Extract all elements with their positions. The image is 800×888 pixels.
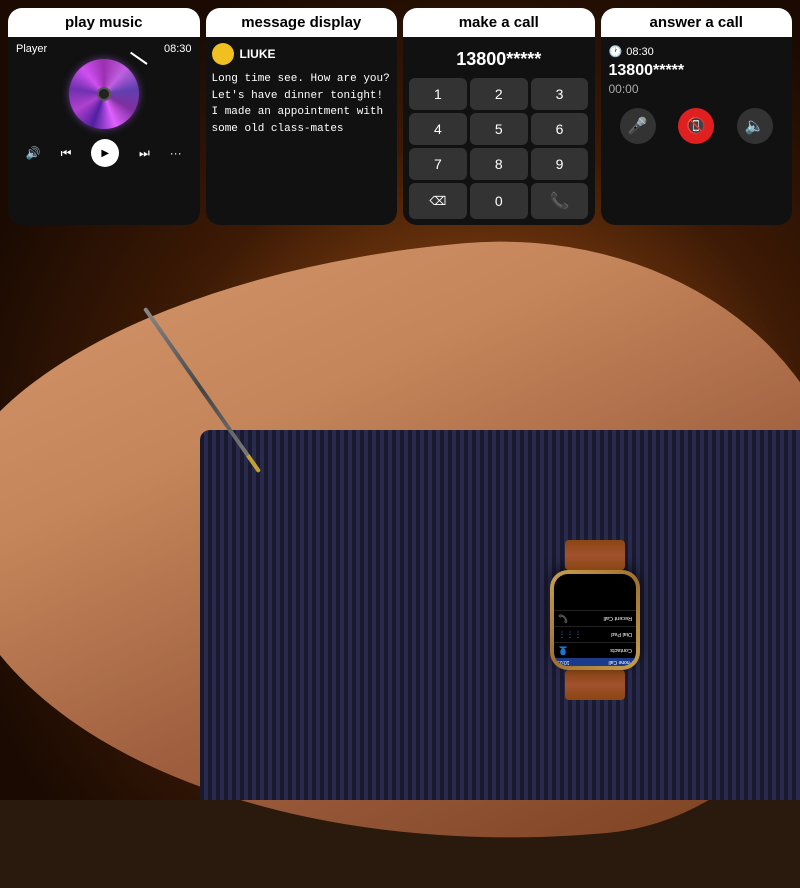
message-panel-content: LIUKE Long time see. How are you? Let's … [206,37,398,217]
watch-menu-dialpad-label: Dial Pad [611,632,632,638]
dial-panel-content: 13800***** 1 2 3 4 5 6 7 8 9 ⌫ 0 📞 [403,37,595,225]
mute-button[interactable]: 🎤 [620,108,656,144]
watch-header: Phone Call 10:09 [554,658,636,666]
next-button[interactable]: ⏭ [139,146,150,161]
dial-key-5[interactable]: 5 [470,113,528,145]
dial-key-2[interactable]: 2 [470,78,528,110]
clock-icon: 🕐 [609,45,623,58]
music-panel: play music Player 08:30 🔊 ⏮ ▶ ⏭ ··· [8,8,200,225]
dial-key-9[interactable]: 9 [531,148,589,180]
message-panel-label: message display [206,8,398,37]
watch-menu-contacts[interactable]: Contacts 👤 [554,642,636,658]
watch-title: Phone Call [609,659,633,665]
vinyl-record [69,59,139,129]
dial-key-8[interactable]: 8 [470,148,528,180]
hangup-button[interactable]: 📵 [678,108,714,144]
music-controls: 🔊 ⏮ ▶ ⏭ ··· [14,135,194,171]
watch-band-top [565,670,625,700]
watch-menu-recent-label: Recent Call [604,616,632,622]
watch-screen: Phone Call 10:09 Contacts 👤 Dial Pad ⋮⋮⋮… [554,574,636,666]
watch-body: Phone Call 10:09 Contacts 👤 Dial Pad ⋮⋮⋮… [550,570,640,670]
dial-key-1[interactable]: 1 [409,78,467,110]
watch-menu-dialpad[interactable]: Dial Pad ⋮⋮⋮ [554,626,636,642]
vinyl-area [14,59,194,129]
message-panel: message display LIUKE Long time see. How… [206,8,398,225]
play-button[interactable]: ▶ [91,139,119,167]
answer-number: 13800***** [609,62,785,80]
message-body: Long time see. How are you? Let's have d… [212,71,392,137]
answer-panel: answer a call 🕐 08:30 13800***** 00:00 🎤… [601,8,793,225]
dialpad: 1 2 3 4 5 6 7 8 9 ⌫ 0 📞 [407,76,591,221]
dialpad-icon: ⋮⋮⋮ [558,630,582,639]
dial-key-0[interactable]: 0 [470,183,528,219]
dial-key-delete[interactable]: ⌫ [409,183,467,219]
music-player-header: Player 08:30 [14,43,194,55]
music-panel-label: play music [8,8,200,37]
dial-number: 13800***** [407,41,591,76]
player-label: Player [16,43,47,55]
watch-band-bottom [565,540,625,570]
smartwatch: Phone Call 10:09 Contacts 👤 Dial Pad ⋮⋮⋮… [550,540,640,700]
answer-duration: 00:00 [609,82,785,96]
watch-menu-recent[interactable]: Recent Call 📞 [554,610,636,626]
music-panel-content: Player 08:30 🔊 ⏮ ▶ ⏭ ··· [8,37,200,177]
sleeve [200,430,800,800]
answer-time-value: 08:30 [626,46,654,58]
dial-key-6[interactable]: 6 [531,113,589,145]
speaker-button[interactable]: 🔈 [737,108,773,144]
volume-button[interactable]: 🔊 [26,146,41,160]
sender-avatar [212,43,234,65]
watch-time: 10:09 [557,659,570,665]
dial-key-call[interactable]: 📞 [531,183,589,219]
prev-button[interactable]: ⏮ [61,146,72,161]
answer-controls: 🎤 📵 🔈 [609,108,785,144]
dial-key-7[interactable]: 7 [409,148,467,180]
player-time: 08:30 [164,43,192,55]
answer-panel-label: answer a call [601,8,793,37]
answer-time-row: 🕐 08:30 [609,45,785,58]
dial-key-4[interactable]: 4 [409,113,467,145]
dial-panel: make a call 13800***** 1 2 3 4 5 6 7 8 9… [403,8,595,225]
dial-key-3[interactable]: 3 [531,78,589,110]
message-header: LIUKE [212,43,392,65]
sender-name: LIUKE [240,47,276,61]
more-button[interactable]: ··· [170,146,182,160]
panels-container: play music Player 08:30 🔊 ⏮ ▶ ⏭ ··· m [8,8,792,225]
contacts-icon: 👤 [558,646,568,655]
dial-panel-label: make a call [403,8,595,37]
watch-menu-contacts-label: Contacts [610,648,632,654]
vinyl-center [97,87,111,101]
recent-call-icon: 📞 [558,614,568,623]
answer-panel-content: 🕐 08:30 13800***** 00:00 🎤 📵 🔈 [601,37,793,152]
